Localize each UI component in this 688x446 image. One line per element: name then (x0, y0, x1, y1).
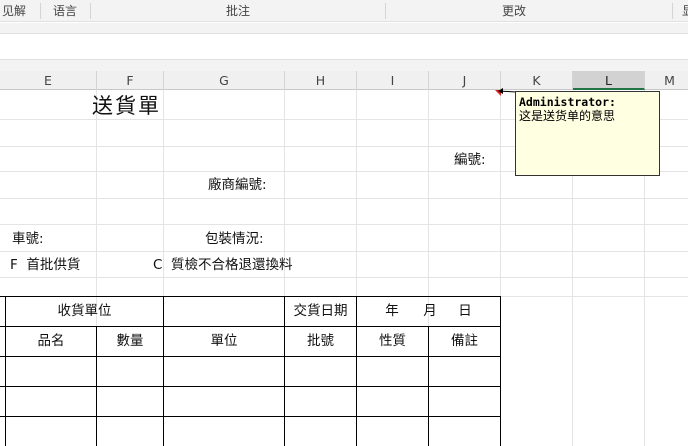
unit-header: 單位 (210, 333, 238, 349)
option-qc-return: C 質檢不合格退還換料 (153, 257, 293, 273)
delivery-date-header: 交貨日期 (293, 303, 348, 319)
ribbon-group-changes[interactable]: 更改 (490, 0, 538, 22)
ribbon-group-insights[interactable]: 见解 (0, 0, 30, 22)
year-label: 年 (385, 303, 399, 319)
vehicle-number-label: 車號: (12, 231, 44, 247)
nature-header: 性質 (379, 333, 406, 349)
option-first-supply: F 首批供貨 (10, 257, 81, 273)
number-label: 編號: (454, 152, 486, 168)
batch-number-header: 批號 (307, 333, 334, 349)
ribbon-separator (672, 3, 673, 19)
column-header-i[interactable]: I (357, 71, 429, 90)
quantity-header: 數量 (116, 333, 144, 349)
product-name-header: 品名 (37, 333, 65, 349)
ribbon-separator (40, 3, 41, 19)
ribbon-group-comments[interactable]: 批注 (210, 0, 266, 22)
ribbon-separator (385, 3, 386, 19)
formula-bar-gap (0, 60, 688, 71)
ribbon-group-show[interactable]: 显 (678, 0, 688, 22)
column-header-l[interactable]: L (573, 71, 645, 90)
column-header-g[interactable]: G (164, 71, 285, 90)
vendor-number-label: 廠商編號: (208, 177, 267, 193)
comment-box[interactable]: Administrator: 这是送货单的意思 (515, 91, 660, 176)
comment-text: 这是送货单的意思 (519, 109, 616, 123)
column-header-f[interactable]: F (97, 71, 164, 90)
month-label: 月 (423, 303, 437, 319)
remarks-header: 備註 (451, 333, 478, 349)
ribbon-group-labels: 见解 语言 批注 更改 显 (0, 0, 688, 22)
column-header-e[interactable]: E (0, 71, 97, 90)
day-label: 日 (458, 303, 472, 319)
ribbon-separator (90, 3, 91, 19)
column-header-j[interactable]: J (429, 71, 501, 90)
sheet-title: 送貨單 (92, 94, 161, 118)
packing-status-label: 包裝情況: (205, 231, 264, 247)
column-headers: E F G H I J K L M (0, 71, 688, 90)
formula-bar[interactable] (0, 33, 688, 60)
ribbon-bottom-area (0, 23, 688, 33)
ribbon-group-language[interactable]: 语言 (44, 0, 86, 22)
column-header-h[interactable]: H (285, 71, 357, 90)
receiving-unit-header: 收貨單位 (57, 303, 112, 319)
column-header-m[interactable]: M (645, 71, 688, 90)
comment-author: Administrator: (519, 95, 616, 109)
